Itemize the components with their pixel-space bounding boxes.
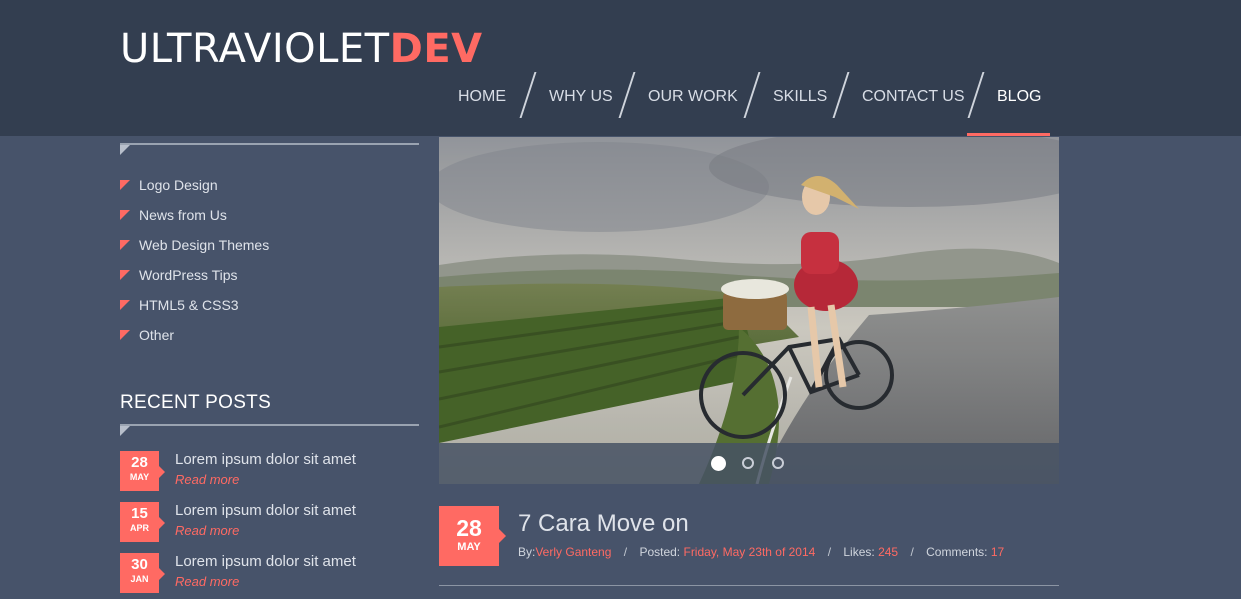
category-label: HTML5 & CSS3 [139,297,239,313]
category-item[interactable]: News from Us [120,206,269,236]
category-item[interactable]: Logo Design [120,176,269,206]
meta-likes-count[interactable]: 245 [878,545,898,559]
slider-dot-3[interactable] [772,457,784,469]
post-date-day: 28 [131,454,148,471]
category-label: Web Design Themes [139,237,270,253]
meta-author-link[interactable]: Verly Ganteng [535,545,611,559]
triangle-bullet-icon [120,240,130,250]
triangle-bullet-icon [120,330,130,340]
logo-text-primary: ULTRAVIOLET [120,26,390,72]
post-date-badge: 28 MAY [120,451,165,491]
post-date-month: APR [129,523,149,533]
post-date-day: 30 [131,556,148,573]
meta-likes-label: Likes: [843,545,875,559]
triangle-bullet-icon [120,210,130,220]
nav-separator [618,72,636,118]
read-more-link[interactable]: Read more [175,523,239,538]
nav-item-skills[interactable]: SKILLS [773,88,827,106]
post-date-month: JAN [130,574,149,584]
post-date-badge: 15 APR [120,502,165,542]
category-label: News from Us [139,207,227,223]
nav-item-home[interactable]: HOME [458,88,506,106]
read-more-link[interactable]: Read more [175,574,239,589]
slider-dot-1[interactable] [711,456,726,471]
post-title-link[interactable]: Lorem ipsum dolor sit amet [175,502,356,519]
recent-post-item: 30 JAN Lorem ipsum dolor sit amet Read m… [120,553,420,595]
meta-separator: / [910,545,914,559]
slider-dot-2[interactable] [742,457,754,469]
read-more-link[interactable]: Read more [175,472,239,487]
article-title[interactable]: 7 Cara Move on [518,510,689,538]
triangle-bullet-icon [120,270,130,280]
featured-image-slider[interactable] [439,137,1059,484]
article-date-day: 28 [456,515,482,541]
recent-post-item: 28 MAY Lorem ipsum dolor sit amet Read m… [120,451,420,493]
category-item[interactable]: WordPress Tips [120,266,269,296]
meta-comments-count[interactable]: 17 [991,545,1004,559]
nav-separator [519,72,537,118]
nav-item-why-us[interactable]: WHY US [549,88,613,106]
article-date-badge: 28 MAY [439,506,506,566]
category-label: Other [139,327,175,343]
triangle-bullet-icon [120,300,130,310]
article-meta: By:Verly Ganteng / Posted: Friday, May 2… [518,545,1004,559]
meta-posted-label: Posted: [639,545,681,559]
post-date-badge: 30 JAN [120,553,165,593]
slider-controls [439,443,1059,484]
post-date-day: 15 [131,505,148,522]
sidebar-divider [120,143,419,145]
post-title-link[interactable]: Lorem ipsum dolor sit amet [175,553,356,570]
meta-separator: / [827,545,832,559]
category-item[interactable]: HTML5 & CSS3 [120,296,269,326]
site-header: ULTRAVIOLETDEV HOME WHY US OUR WORK SKIL… [0,0,1241,136]
category-list: Logo Design News from Us Web Design Them… [120,176,269,356]
sidebar-divider [120,424,419,426]
category-item[interactable]: Web Design Themes [120,236,269,266]
triangle-bullet-icon [120,180,130,190]
nav-item-contact-us[interactable]: CONTACT US [862,88,965,106]
category-item[interactable]: Other [120,326,269,356]
nav-separator [832,72,850,118]
post-title-link[interactable]: Lorem ipsum dolor sit amet [175,451,356,468]
recent-posts-heading: RECENT POSTS [120,392,272,413]
nav-item-our-work[interactable]: OUR WORK [648,88,738,106]
article-divider [439,585,1059,586]
category-label: WordPress Tips [139,267,238,283]
meta-posted-date[interactable]: Friday, May 23th of 2014 [683,545,815,559]
nav-item-blog[interactable]: BLOG [997,88,1041,106]
category-label: Logo Design [139,177,218,193]
nav-active-indicator [967,133,1050,136]
recent-post-item: 15 APR Lorem ipsum dolor sit amet Read m… [120,502,420,544]
logo-text-accent: DEV [389,26,483,72]
slide-image-cyclist-on-country-road [439,137,1059,484]
main-nav: HOME WHY US OUR WORK SKILLS CONTACT US B… [0,70,1241,136]
divider-corner-mark [120,426,130,436]
meta-comments-label: Comments: [926,545,988,559]
divider-corner-mark [120,145,130,155]
article-date-month: MAY [457,541,481,553]
nav-separator [743,72,761,118]
meta-by-label: By: [518,545,536,559]
post-date-month: MAY [129,472,150,482]
nav-separator [967,72,985,118]
meta-separator: / [623,545,628,559]
site-logo[interactable]: ULTRAVIOLETDEV [120,26,483,72]
